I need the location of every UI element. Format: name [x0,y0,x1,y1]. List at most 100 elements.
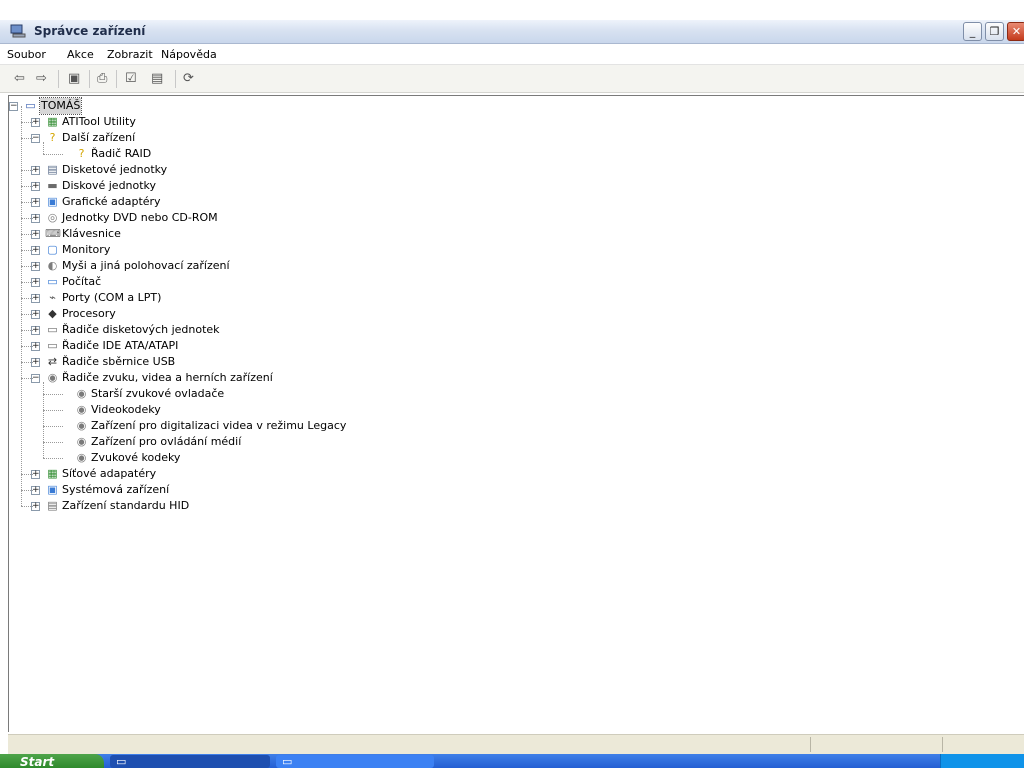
tree-category[interactable]: + ▤ Zařízení standardu HID [9,498,609,514]
tree-category[interactable]: + ▤ Disketové jednotky [9,162,609,178]
tree-item-label: Síťové adapatéry [62,467,157,480]
system-device-icon: ▣ [47,483,58,496]
tree-connector [43,442,63,443]
tree-category[interactable]: + ◆ Procesory [9,306,609,322]
tree-item-label: Starší zvukové ovladače [91,387,225,400]
tree-connector [21,170,33,171]
tree-item-label: Monitory [62,243,111,256]
tree-child-item[interactable]: ◉ Zařízení pro ovládání médií [9,434,609,450]
tree-category[interactable]: + ▭ Řadiče disketových jednotek [9,322,609,338]
tree-category[interactable]: + ▣ Grafické adaptéry [9,194,609,210]
tree-connector [21,266,33,267]
tree-category[interactable]: + ▭ Počítač [9,274,609,290]
tree-connector [21,362,33,363]
tree-root[interactable]: − ▭ TOMÁŠ [9,97,609,115]
restore-button[interactable]: ❐ [985,22,1004,41]
menu-zobrazit[interactable]: Zobrazit [107,48,153,61]
print-icon[interactable]: ⎙ [97,71,107,87]
tree-child-item[interactable]: ◉ Starší zvukové ovladače [9,386,609,402]
sound-icon: ◉ [47,371,58,384]
toolbar-separator [116,70,117,88]
display-adapter-icon: ▣ [47,195,58,208]
tree-connector [43,142,44,154]
tree-category[interactable]: + ▢ Monitory [9,242,609,258]
close-button[interactable]: ✕ [1007,22,1024,41]
properties-icon[interactable]: ☑ [125,71,137,87]
tree-category[interactable]: + ▭ Řadiče IDE ATA/ATAPI [9,338,609,354]
tree-connector [43,382,44,458]
help-icon[interactable]: ▤ [151,71,163,87]
tree-category[interactable]: + ▣ Systémová zařízení [9,482,609,498]
tree-category[interactable]: + ◎ Jednotky DVD nebo CD-ROM [9,210,609,226]
start-button[interactable]: Start [0,754,104,769]
tree-category[interactable]: − ◉ Řadiče zvuku, videa a herních zařízení [9,370,609,386]
collapse-toggle[interactable]: − [9,102,18,111]
taskbar-item-1[interactable]: ▭ [110,755,270,768]
window-title: Správce zařízení [34,24,146,38]
scan-hardware-icon[interactable]: ⟳ [183,71,194,87]
tree-connector [21,250,33,251]
tree-child-item[interactable]: ◉ Videokodeky [9,402,609,418]
tree-child-item[interactable]: ? Řadič RAID [9,146,609,162]
toolbar-separator [89,70,90,88]
tree-category[interactable]: + ▬ Diskové jednotky [9,178,609,194]
menu-akce[interactable]: Akce [67,48,94,61]
tree-connector [43,154,63,155]
tree-category[interactable]: + ▦ Síťové adapatéry [9,466,609,482]
tree-category[interactable]: + ◐ Myši a jiná polohovací zařízení [9,258,609,274]
tree-connector [43,426,63,427]
unknown-device-warning-icon: ? [78,147,85,160]
menu-soubor[interactable]: Soubor [7,48,46,61]
device-manager-icon [10,24,26,38]
tree-child-item[interactable]: ◉ Zařízení pro digitalizaci videa v režim… [9,418,609,434]
tree-connector [21,282,33,283]
tree-category[interactable]: + ⇄ Řadiče sběrnice USB [9,354,609,370]
tree-category[interactable]: + ⌨ Klávesnice [9,226,609,242]
taskbar-item-2[interactable]: ▭ [276,755,434,768]
tree-item-label: Řadiče disketových jednotek [62,323,220,336]
minimize-button[interactable]: _ [963,22,982,41]
tree-connector [21,138,33,139]
floppy-drive-icon: ▤ [47,163,58,176]
mouse-icon: ◐ [47,259,58,272]
tree-item-label: Zařízení standardu HID [62,499,190,512]
hid-device-icon: ▤ [47,499,58,512]
unknown-device-icon: ? [49,131,56,144]
tree-item-label: Myši a jiná polohovací zařízení [62,259,230,272]
tree-connector [43,410,63,411]
title-bar[interactable]: Správce zařízení _ ❐ ✕ [0,20,1024,44]
usb-icon: ⇄ [47,355,58,368]
tree-item-label: Diskové jednotky [62,179,157,192]
tree-connector [43,458,63,459]
keyboard-icon: ⌨ [45,227,61,240]
tree-category[interactable]: −? Další zařízení [9,130,609,146]
status-bar [8,734,1024,754]
tree-item-label: Počítač [62,275,102,288]
sound-device-icon: ◉ [76,451,87,464]
network-card-icon: ▦ [47,115,58,128]
taskbar-app-icon: ▭ [116,755,127,768]
back-icon[interactable]: ⇦ [14,71,25,87]
tree-child-item[interactable]: ◉ Zvukové kodeky [9,450,609,466]
tree-item-label: Zvukové kodeky [91,451,181,464]
tree-category[interactable]: + ▦ ATITool Utility [9,114,609,130]
network-adapter-icon: ▦ [47,467,58,480]
tree-item-label: Zařízení pro ovládání médií [91,435,242,448]
tree-connector [21,202,33,203]
menu-napoveda[interactable]: Nápověda [161,48,217,61]
show-hide-console-tree-icon[interactable]: ▣ [68,71,80,87]
tree-item-label: Další zařízení [62,131,136,144]
sound-device-icon: ◉ [76,419,87,432]
toolbar-separator [58,70,59,88]
taskbar-app-icon: ▭ [282,755,293,768]
tree-category[interactable]: + ⌁ Porty (COM a LPT) [9,290,609,306]
tree-item-label: Procesory [62,307,116,320]
tree-item-label: Řadič RAID [91,147,152,160]
tree-item-label: Řadiče zvuku, videa a herních zařízení [62,371,273,384]
tree-item-label: Systémová zařízení [62,483,170,496]
system-tray [940,754,1024,768]
tree-connector [21,490,33,491]
tree-item-label: Řadiče sběrnice USB [62,355,176,368]
tree-item-label: TOMÁŠ [38,97,83,115]
forward-icon[interactable]: ⇨ [36,71,47,87]
